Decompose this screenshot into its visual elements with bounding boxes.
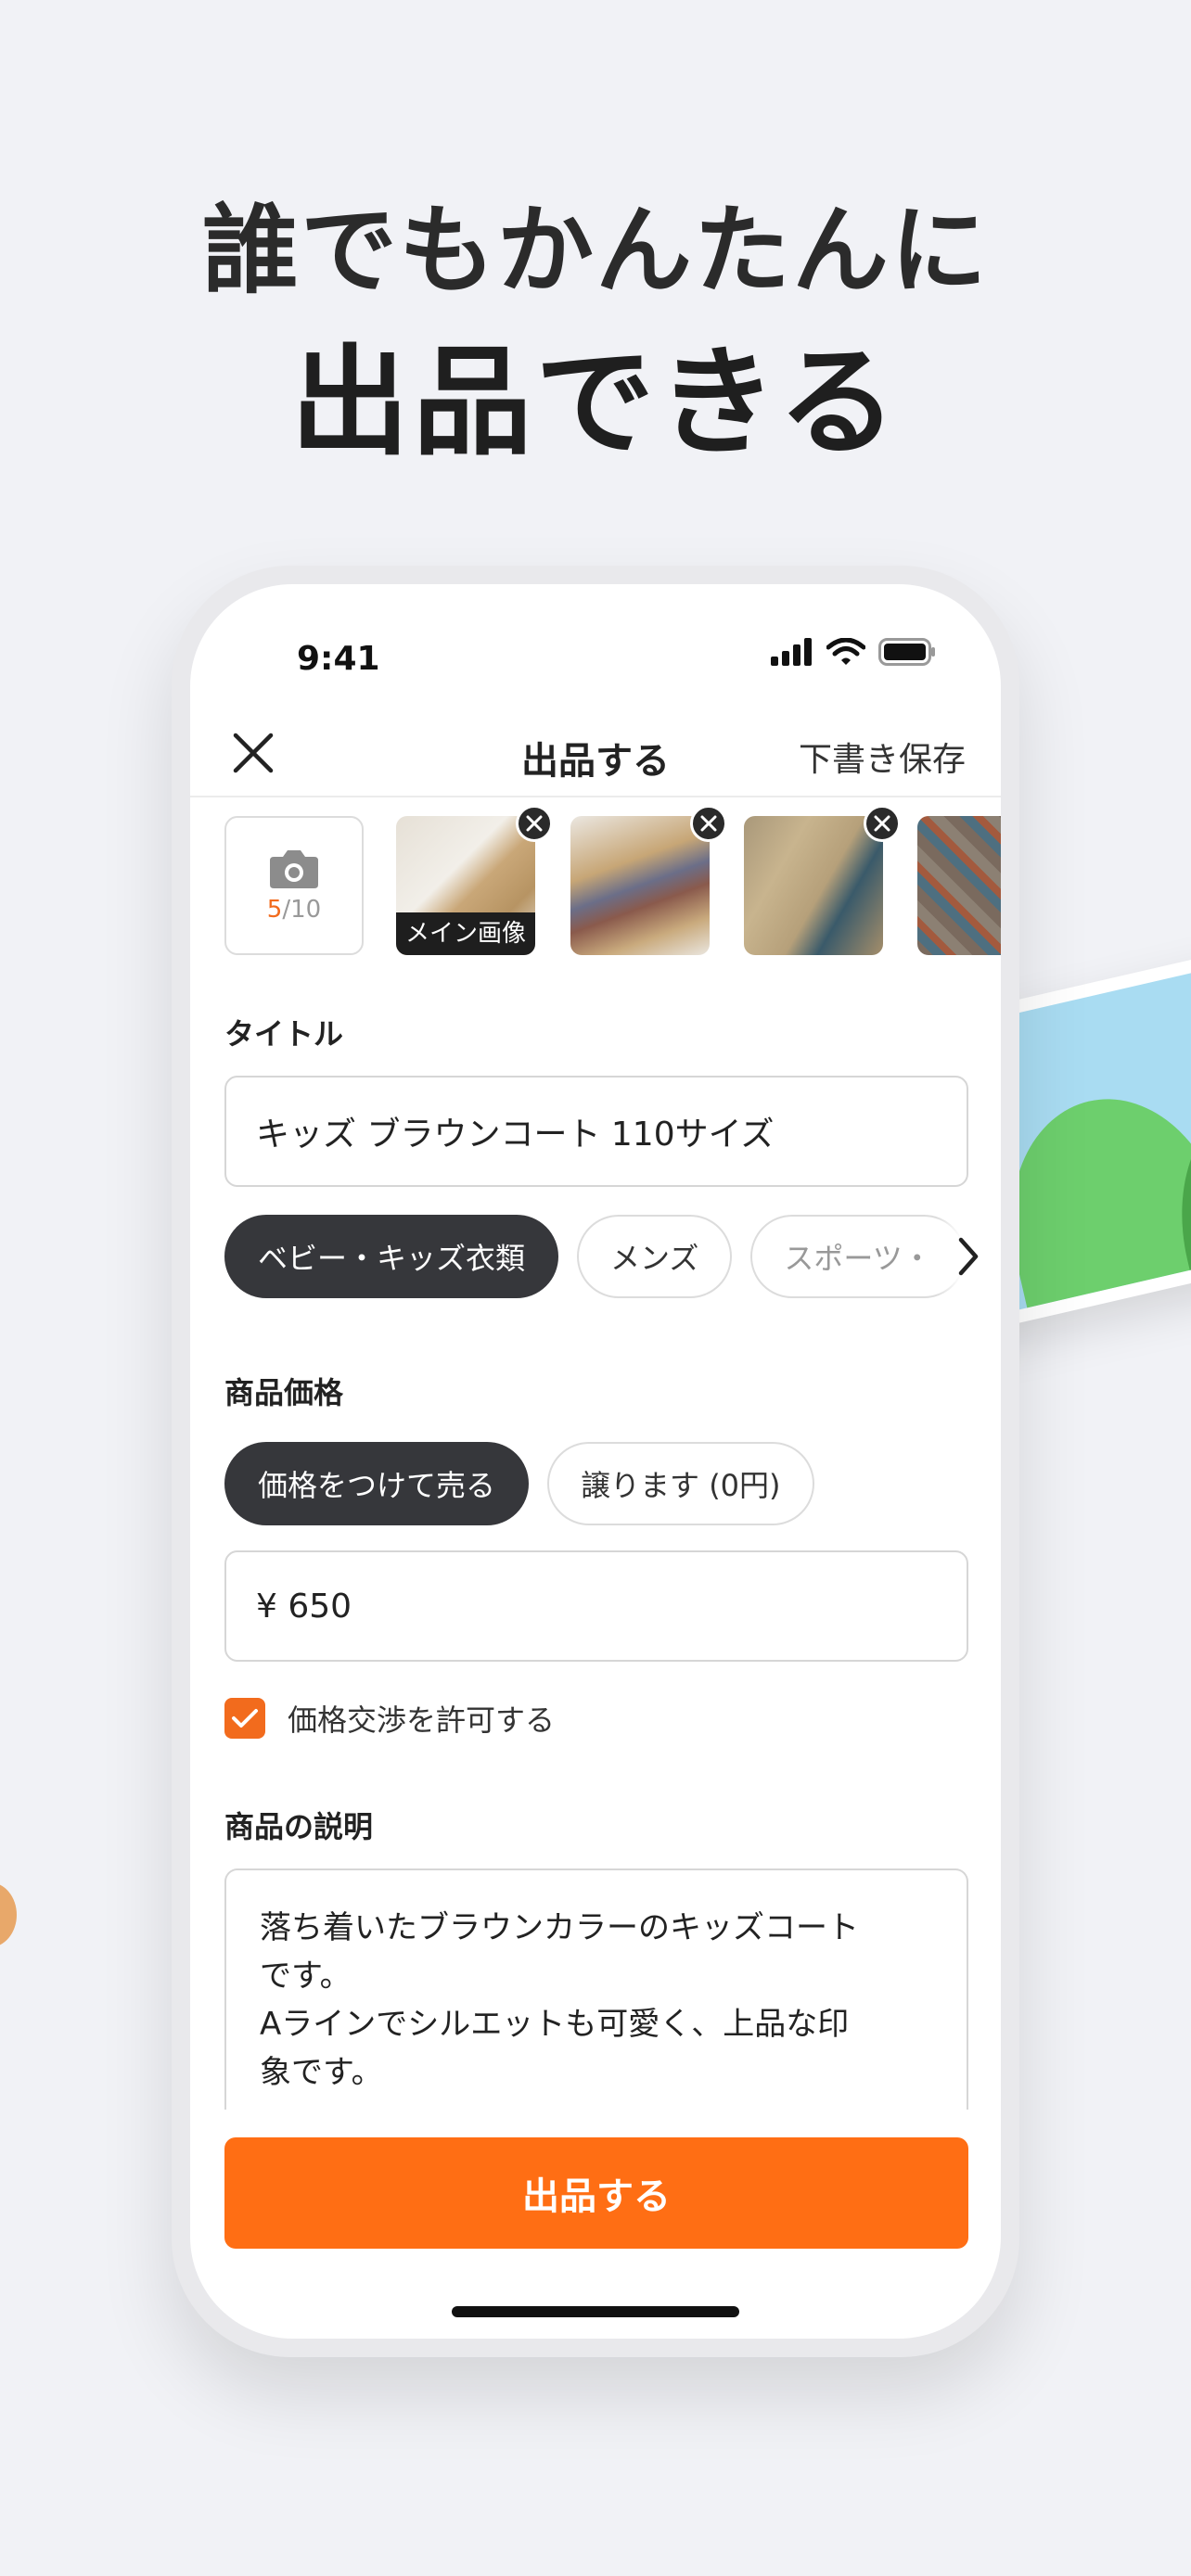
price-option-sell[interactable]: 価格をつけて売る [224, 1442, 530, 1525]
chevron-right-icon [958, 1237, 979, 1276]
hero-heading: 誰でもかんたんに 出品できる [0, 185, 1191, 482]
title-input[interactable]: キッズ ブラウンコート 110サイズ [224, 1076, 968, 1187]
photo-thumbnail[interactable]: メイン画像 [396, 816, 535, 955]
price-label: 商品価格 [224, 1375, 344, 1410]
photo-thumbnail[interactable] [744, 816, 883, 955]
title-label: タイトル [224, 1016, 344, 1052]
description-label: 商品の説明 [224, 1809, 374, 1844]
navigation-bar: 出品する 下書き保存 [190, 714, 1001, 797]
decorative-blob [0, 1882, 17, 1947]
add-photo-button[interactable]: 5/10 [224, 816, 364, 955]
status-icons [771, 638, 936, 666]
close-icon [526, 815, 543, 832]
remove-photo-button[interactable] [864, 805, 901, 842]
save-draft-button[interactable]: 下書き保存 [799, 733, 966, 781]
remove-photo-button[interactable] [516, 805, 553, 842]
category-chip-sports[interactable]: スポーツ・ [750, 1215, 966, 1298]
description-line: Aラインでシルエットも可愛く、上品な印 [260, 2006, 850, 2043]
phone-frame: 9:41 出品する 下書き保存 5/10 メイン画像 タイトル キッズ ブラウン… [172, 566, 1019, 2357]
status-time: 9:41 [297, 640, 380, 678]
photo-count: 5/10 [267, 896, 321, 924]
home-indicator[interactable] [452, 2306, 739, 2317]
submit-listing-button[interactable]: 出品する [224, 2137, 968, 2249]
photo-count-current: 5 [266, 896, 283, 924]
photo-thumbnail[interactable] [570, 816, 710, 955]
battery-icon [878, 638, 936, 666]
photo-count-total: /10 [282, 896, 322, 924]
wifi-icon [826, 638, 865, 666]
hero-line-1: 誰でもかんたんに [201, 194, 989, 307]
main-image-label: メイン画像 [396, 912, 535, 955]
check-icon [232, 1709, 258, 1728]
negotiation-label: 価格交渉を許可する [288, 1702, 556, 1738]
remove-photo-button[interactable] [690, 805, 727, 842]
negotiation-checkbox[interactable] [224, 1698, 265, 1739]
close-icon [233, 733, 274, 773]
price-option-free[interactable]: 譲ります (0円) [547, 1442, 814, 1525]
phone-screen: 9:41 出品する 下書き保存 5/10 メイン画像 タイトル キッズ ブラウン… [190, 584, 1001, 2339]
description-line: 象です。 [260, 2054, 383, 2091]
description-line: です。 [260, 1958, 352, 1995]
camera-icon [270, 850, 318, 888]
category-scroll-button[interactable] [936, 1215, 1001, 1298]
price-input[interactable]: ¥ 650 [224, 1550, 968, 1662]
status-bar: 9:41 [190, 584, 1001, 705]
close-icon [874, 815, 890, 832]
category-chip-baby-kids[interactable]: ベビー・キッズ衣類 [224, 1215, 559, 1298]
category-chip-mens[interactable]: メンズ [577, 1215, 733, 1298]
photo-strip: 5/10 メイン画像 [190, 805, 1001, 964]
hero-line-2: 出品できる [290, 334, 901, 472]
close-button[interactable] [227, 727, 279, 779]
photo-thumbnail[interactable] [917, 816, 1001, 955]
price-negotiation-option[interactable]: 価格交渉を許可する [224, 1697, 555, 1740]
description-line: 落ち着いたブラウンカラーのキッズコート [260, 1909, 859, 1946]
close-icon [700, 815, 717, 832]
category-chips: ベビー・キッズ衣類 メンズ スポーツ・ [224, 1215, 1001, 1298]
signal-icon [771, 638, 813, 666]
description-textarea[interactable]: 落ち着いたブラウンカラーのキッズコート です。 Aラインでシルエットも可愛く、上… [224, 1868, 968, 2110]
price-type-chips: 価格をつけて売る 譲ります (0円) [224, 1442, 814, 1525]
